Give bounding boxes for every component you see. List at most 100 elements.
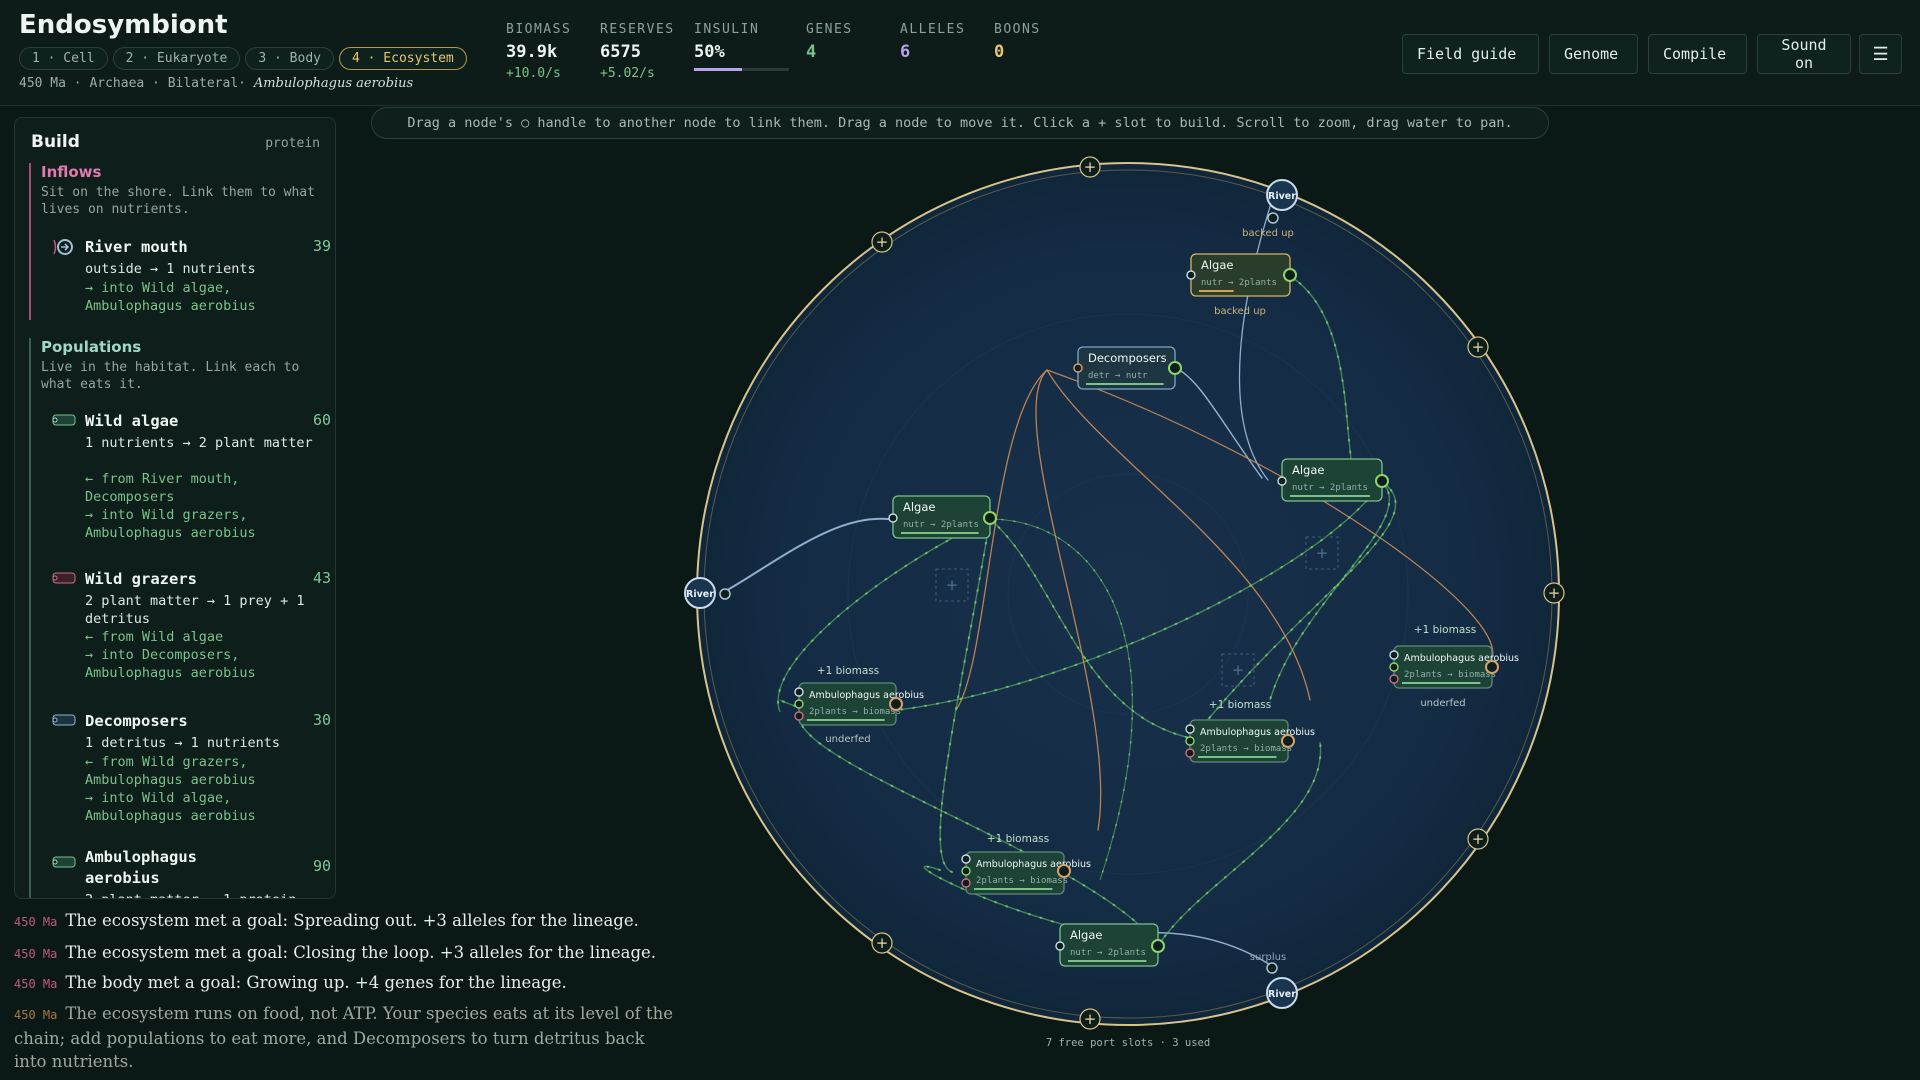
biomass-tag: +1 biomass bbox=[1209, 699, 1271, 711]
ambulophagus-left-node-body[interactable] bbox=[798, 682, 897, 726]
input-handle[interactable] bbox=[1185, 748, 1195, 758]
algae-top-node-body[interactable] bbox=[1190, 253, 1291, 297]
stage-tab-eukaryote[interactable]: 2 · Eukaryote bbox=[112, 47, 241, 70]
river-mouth-node[interactable] bbox=[1266, 977, 1298, 1009]
plus-icon[interactable]: + bbox=[876, 934, 889, 952]
port-slot[interactable]: + bbox=[1079, 156, 1101, 178]
stage-tab-cell[interactable]: 1 · Cell bbox=[19, 47, 108, 70]
decomposers-node[interactable]: Decomposers detr → nutr bbox=[1073, 346, 1182, 390]
plus-icon[interactable]: + bbox=[1232, 661, 1245, 679]
port-slot[interactable]: + bbox=[871, 932, 893, 954]
build-item-ambulophagus[interactable]: Ambulophagus aerobius 90 2 plant matter … bbox=[51, 847, 335, 898]
build-slot[interactable] bbox=[935, 568, 969, 602]
algae-bottom-node[interactable]: Algae nutr → 2plants bbox=[1055, 923, 1165, 967]
insulin-bar-fill bbox=[694, 68, 742, 71]
output-handle[interactable] bbox=[1283, 268, 1297, 282]
build-slot[interactable] bbox=[1221, 653, 1255, 687]
port-slot-ring[interactable] bbox=[1467, 828, 1489, 850]
ambulophagus-right-node-body[interactable] bbox=[1393, 645, 1493, 689]
input-handle[interactable] bbox=[794, 699, 804, 709]
output-handle[interactable] bbox=[889, 697, 903, 711]
algae-left-node-body[interactable] bbox=[892, 495, 991, 539]
port-slot[interactable]: + bbox=[1079, 1008, 1101, 1030]
plus-icon[interactable]: + bbox=[876, 233, 889, 251]
input-handle[interactable] bbox=[888, 513, 898, 523]
stage-tab-ecosystem[interactable]: 4 · Ecosystem bbox=[339, 47, 467, 70]
ambulophagus-bottom-node-body[interactable] bbox=[965, 851, 1065, 895]
plus-icon[interactable]: + bbox=[1084, 1010, 1097, 1028]
output-handle[interactable] bbox=[719, 588, 731, 600]
port-slot-ring[interactable] bbox=[1543, 582, 1565, 604]
field-guide-button[interactable]: Field guide bbox=[1402, 34, 1539, 74]
port-slot-ring[interactable] bbox=[1467, 336, 1489, 358]
genome-button[interactable]: Genome bbox=[1549, 34, 1638, 74]
plus-icon[interactable]: + bbox=[1316, 544, 1329, 562]
build-title: Build bbox=[31, 132, 80, 152]
habitat-shore[interactable] bbox=[696, 162, 1560, 1026]
build-item-decomposers[interactable]: Decomposers 30 1 detritus → 1 nutrients … bbox=[51, 711, 335, 824]
menu-button[interactable]: ☰ bbox=[1859, 34, 1902, 74]
ambulophagus-bottom-node[interactable]: Ambulophagus aerobius 2plants → biomass bbox=[961, 851, 1091, 895]
algae-right-node[interactable]: Algae nutr → 2plants bbox=[1277, 458, 1389, 502]
build-item-wild-grazers[interactable]: Wild grazers 43 2 plant matter → 1 prey … bbox=[51, 569, 335, 699]
compile-button[interactable]: Compile bbox=[1648, 34, 1747, 74]
algae-bottom-node-body[interactable] bbox=[1059, 923, 1159, 967]
port-slot[interactable]: + bbox=[871, 231, 893, 253]
port-slot-ring[interactable] bbox=[871, 231, 893, 253]
input-handle[interactable] bbox=[1389, 662, 1399, 672]
output-handle[interactable] bbox=[1057, 864, 1071, 878]
port-slot[interactable]: + bbox=[1467, 828, 1489, 850]
input-handle[interactable] bbox=[1185, 724, 1195, 734]
port-slot-ring[interactable] bbox=[871, 932, 893, 954]
input-handle[interactable] bbox=[1185, 736, 1195, 746]
algae-icon bbox=[52, 414, 76, 426]
output-handle[interactable] bbox=[1485, 660, 1499, 674]
port-slot-ring[interactable] bbox=[1079, 1008, 1101, 1030]
output-handle[interactable] bbox=[1266, 962, 1278, 974]
input-handle[interactable] bbox=[1277, 476, 1287, 486]
decomposers-node-body[interactable] bbox=[1077, 346, 1176, 390]
stage-tab-body[interactable]: 3 · Body bbox=[245, 47, 334, 70]
build-slot[interactable] bbox=[1305, 536, 1339, 570]
ambulophagus-mid-node[interactable]: Ambulophagus aerobius 2plants → biomass bbox=[1185, 719, 1315, 763]
input-handle[interactable] bbox=[1389, 674, 1399, 684]
output-handle[interactable] bbox=[1151, 939, 1165, 953]
input-handle[interactable] bbox=[1389, 650, 1399, 660]
flow-link bbox=[1059, 931, 1273, 967]
output-handle[interactable] bbox=[983, 511, 997, 525]
plus-icon[interactable]: + bbox=[1472, 830, 1485, 848]
algae-top-node[interactable]: Algae nutr → 2plants bbox=[1186, 253, 1297, 297]
port-slot[interactable]: + bbox=[1467, 336, 1489, 358]
node-name: Algae bbox=[1070, 928, 1102, 942]
ambulophagus-right-node[interactable]: Ambulophagus aerobius 2plants → biomass bbox=[1389, 645, 1519, 689]
build-item-wild-algae[interactable]: Wild algae 60 1 nutrients → 2 plant matt… bbox=[51, 411, 335, 551]
algae-left-node[interactable]: Algae nutr → 2plants bbox=[888, 495, 997, 539]
output-handle[interactable] bbox=[1267, 212, 1279, 224]
algae-right-node-body[interactable] bbox=[1281, 458, 1383, 502]
output-handle[interactable] bbox=[1168, 361, 1182, 375]
build-item-river-mouth[interactable]: River mouth 39 outside → 1 nutrients → i… bbox=[51, 237, 335, 317]
input-handle[interactable] bbox=[961, 878, 971, 888]
plus-icon[interactable]: + bbox=[946, 576, 959, 594]
input-handle[interactable] bbox=[1186, 270, 1196, 280]
river-mouth-node[interactable] bbox=[684, 577, 716, 609]
build-currency: protein bbox=[265, 136, 320, 151]
river-mouth-node[interactable] bbox=[1266, 179, 1298, 211]
input-handle[interactable] bbox=[961, 854, 971, 864]
port-slot-ring[interactable] bbox=[1079, 156, 1101, 178]
input-handle[interactable] bbox=[1073, 363, 1083, 373]
port-slot[interactable]: + bbox=[1543, 582, 1565, 604]
ambulophagus-mid-node-body[interactable] bbox=[1189, 719, 1289, 763]
input-handle[interactable] bbox=[794, 687, 804, 697]
input-handle[interactable] bbox=[961, 866, 971, 876]
input-handle[interactable] bbox=[1055, 941, 1065, 951]
flow-link-line bbox=[989, 518, 1133, 881]
plus-icon[interactable]: + bbox=[1472, 338, 1485, 356]
ambulophagus-left-node[interactable]: Ambulophagus aerobius 2plants → biomass bbox=[794, 682, 924, 726]
output-handle[interactable] bbox=[1281, 734, 1295, 748]
plus-icon[interactable]: + bbox=[1084, 158, 1097, 176]
plus-icon[interactable]: + bbox=[1548, 584, 1561, 602]
input-handle[interactable] bbox=[794, 711, 804, 721]
sound-toggle-button[interactable]: Sound on bbox=[1757, 34, 1851, 74]
output-handle[interactable] bbox=[1375, 474, 1389, 488]
